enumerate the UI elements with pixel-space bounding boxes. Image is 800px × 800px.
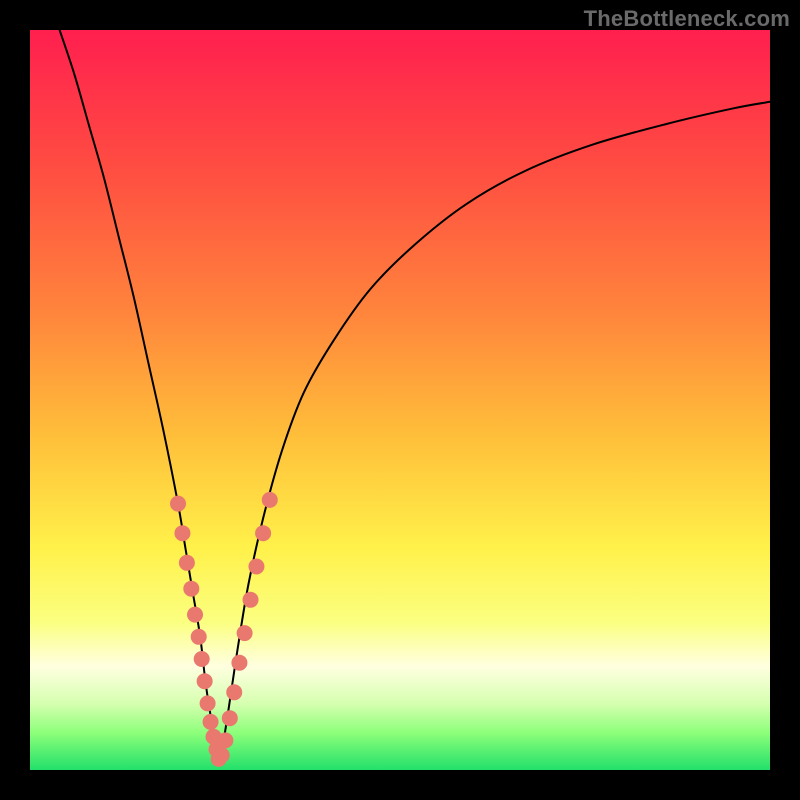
bead-point <box>217 732 233 748</box>
bead-point <box>222 710 238 726</box>
bead-point <box>237 625 253 641</box>
bead-point <box>187 607 203 623</box>
bead-point <box>191 629 207 645</box>
bead-point <box>174 525 190 541</box>
bead-point <box>214 747 230 763</box>
plot-area <box>30 30 770 770</box>
curve-left-branch <box>60 30 219 763</box>
curve-layer <box>30 30 770 770</box>
bead-point <box>179 555 195 571</box>
watermark-text: TheBottleneck.com <box>584 6 790 32</box>
bead-point <box>226 684 242 700</box>
curve-right-branch <box>219 102 770 763</box>
bead-point <box>231 655 247 671</box>
bead-point <box>203 714 219 730</box>
bead-point <box>248 559 264 575</box>
bead-point <box>170 496 186 512</box>
bead-point <box>183 581 199 597</box>
bead-point <box>197 673 213 689</box>
bead-point <box>243 592 259 608</box>
bead-point <box>194 651 210 667</box>
chart-frame: TheBottleneck.com <box>0 0 800 800</box>
bead-point <box>255 525 271 541</box>
bead-point <box>200 695 216 711</box>
bead-point <box>262 492 278 508</box>
